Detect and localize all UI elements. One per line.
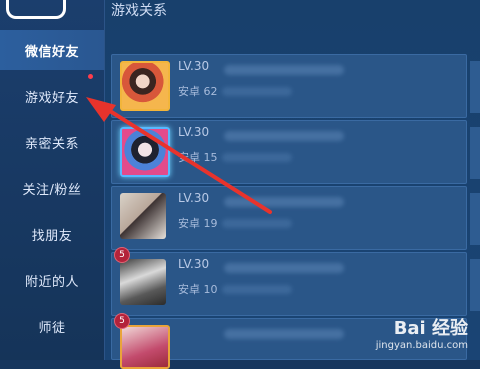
row-side-strip xyxy=(470,193,480,245)
friend-level: LV.30 xyxy=(178,59,210,73)
row-side-strip xyxy=(470,61,480,113)
watermark: Bai 经验 jingyan.baidu.com xyxy=(348,314,468,356)
blurred-name xyxy=(224,329,344,339)
sidebar-item-label: 微信好友 xyxy=(24,44,79,60)
blurred-name xyxy=(224,65,344,75)
avatar xyxy=(120,325,170,369)
rank-badge: 5 xyxy=(114,313,130,329)
friend-level: LV.30 xyxy=(178,125,210,139)
blurred-status xyxy=(222,219,292,228)
app-logo-icon xyxy=(6,0,66,19)
watermark-url: jingyan.baidu.com xyxy=(375,340,468,351)
avatar xyxy=(120,61,170,111)
friend-platform: 安卓 19 xyxy=(178,217,218,230)
friend-level: LV.30 xyxy=(178,257,210,271)
sidebar: 微信好友 游戏好友 亲密关系 关注/粉丝 找朋友 附近的人 师徒 xyxy=(0,0,105,360)
notification-dot xyxy=(88,74,93,79)
friends-panel: 游戏关系 LV.30 安卓 62 LV.30 安卓 15 LV.30 安卓 19… xyxy=(105,0,480,369)
row-side-strip xyxy=(470,127,480,179)
friend-row[interactable]: LV.30 安卓 62 xyxy=(111,54,480,118)
blurred-name xyxy=(224,131,344,141)
friend-platform: 安卓 15 xyxy=(178,151,218,164)
watermark-brand: Bai 经验 xyxy=(393,318,468,339)
sidebar-item-nearby[interactable]: 附近的人 xyxy=(0,260,104,300)
sidebar-item-mentor[interactable]: 师徒 xyxy=(0,306,104,346)
friend-level: LV.30 xyxy=(178,191,210,205)
sidebar-item-label: 找朋友 xyxy=(31,228,73,244)
sidebar-item-label: 亲密关系 xyxy=(24,136,79,152)
friend-row[interactable]: LV.30 安卓 15 xyxy=(111,120,480,184)
blurred-status xyxy=(222,87,292,96)
friend-row[interactable]: 5 LV.30 安卓 10 xyxy=(111,247,480,316)
blurred-name xyxy=(224,197,344,207)
sidebar-item-label: 师徒 xyxy=(38,320,66,336)
avatar xyxy=(120,127,170,177)
sidebar-item-label: 关注/粉丝 xyxy=(22,182,82,198)
sidebar-item-label: 游戏好友 xyxy=(24,90,79,106)
friend-row[interactable]: LV.30 安卓 19 xyxy=(111,186,480,250)
sidebar-item-wechat-friends[interactable]: 微信好友 xyxy=(0,30,104,70)
blurred-name xyxy=(224,263,344,273)
sidebar-item-label: 附近的人 xyxy=(24,274,79,290)
sidebar-item-follow-fans[interactable]: 关注/粉丝 xyxy=(0,168,104,208)
friend-platform: 安卓 10 xyxy=(178,283,218,296)
avatar xyxy=(120,259,166,305)
rank-badge: 5 xyxy=(114,247,130,263)
blurred-status xyxy=(222,153,292,162)
page-title: 游戏关系 xyxy=(111,3,167,19)
avatar xyxy=(120,193,166,239)
row-side-strip xyxy=(470,259,480,311)
sidebar-item-game-friends[interactable]: 游戏好友 xyxy=(0,76,104,116)
sidebar-item-close-relations[interactable]: 亲密关系 xyxy=(0,122,104,162)
sidebar-item-find-friends[interactable]: 找朋友 xyxy=(0,214,104,254)
friend-platform: 安卓 62 xyxy=(178,85,218,98)
blurred-status xyxy=(222,285,292,294)
